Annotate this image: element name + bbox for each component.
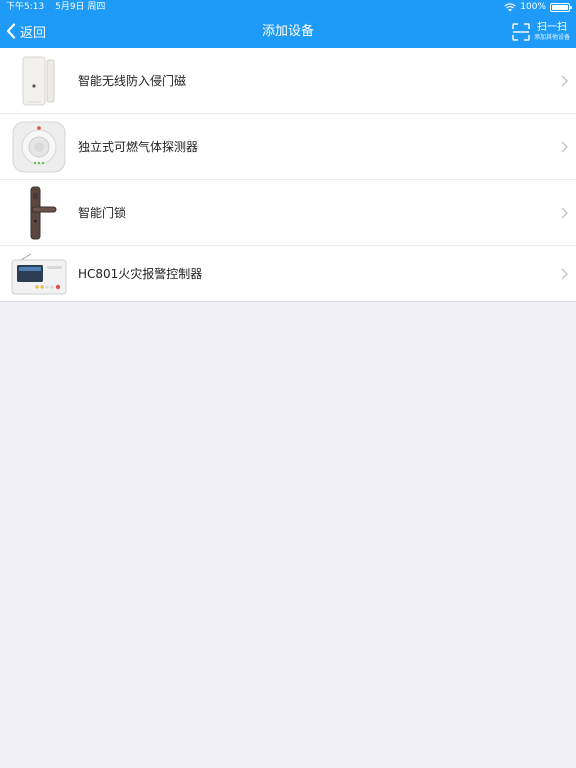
device-list: 智能无线防入侵门磁 独立式可燃气体探测器 智能门锁 HC801火灾报警控制器: [0, 48, 576, 302]
device-label: 独立式可燃气体探测器: [78, 140, 199, 154]
page-title: 添加设备: [261, 24, 314, 39]
scan-label: 扫一扫: [536, 22, 567, 33]
top-bar: 下午5:13 5月9日 周四 100% 返回 添加设备 扫一扫 添加其他设备: [0, 0, 576, 48]
battery-icon: [550, 3, 572, 12]
device-item-gas-detector[interactable]: 独立式可燃气体探测器: [0, 114, 576, 180]
device-item-fire-alarm-controller[interactable]: HC801火灾报警控制器: [0, 246, 576, 301]
device-label: 智能门锁: [78, 206, 127, 220]
wifi-icon: [504, 3, 516, 12]
chevron-right-icon: [561, 141, 568, 152]
device-label: HC801火灾报警控制器: [78, 267, 203, 281]
status-bar: 下午5:13 5月9日 周四 100%: [0, 0, 576, 15]
device-item-door-lock[interactable]: 智能门锁: [0, 180, 576, 246]
status-time: 下午5:13: [6, 2, 45, 12]
door-sensor-icon: [10, 53, 68, 109]
back-label: 返回: [20, 25, 47, 41]
chevron-right-icon: [561, 207, 568, 218]
device-item-door-sensor[interactable]: 智能无线防入侵门磁: [0, 48, 576, 114]
gas-detector-icon: [10, 119, 68, 175]
door-lock-icon: [10, 185, 68, 241]
status-date: 5月9日 周四: [55, 2, 106, 12]
scan-sublabel: 添加其他设备: [533, 34, 570, 41]
chevron-left-icon: [6, 23, 16, 39]
back-button[interactable]: 返回: [6, 20, 46, 42]
chevron-right-icon: [561, 75, 568, 86]
battery-percent: 100%: [520, 2, 546, 12]
fire-alarm-controller-icon: [10, 246, 68, 302]
scan-icon: [512, 23, 530, 41]
scan-button[interactable]: 扫一扫 添加其他设备: [512, 19, 570, 45]
status-right: 100%: [504, 0, 572, 15]
device-label: 智能无线防入侵门磁: [78, 74, 187, 88]
chevron-right-icon: [561, 268, 568, 279]
navigation-bar: 返回 添加设备 扫一扫 添加其他设备: [0, 15, 576, 48]
status-left: 下午5:13 5月9日 周四: [6, 0, 113, 15]
